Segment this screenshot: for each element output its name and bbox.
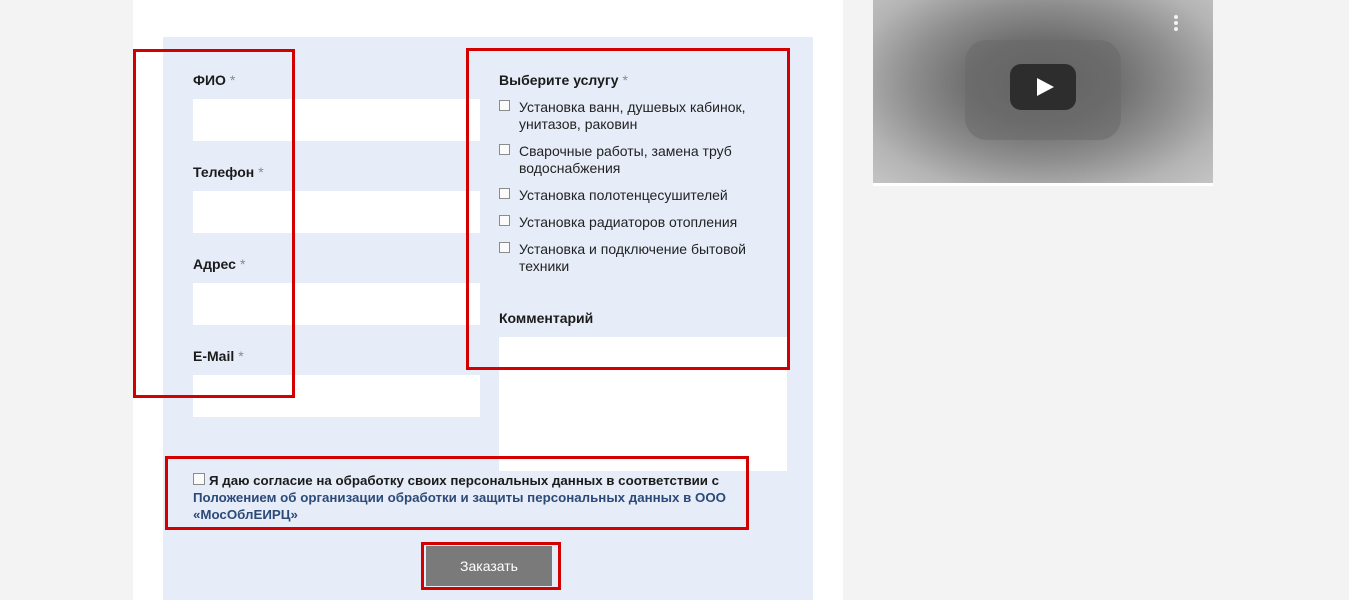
highlight-contact-fields — [133, 49, 295, 398]
more-vertical-icon[interactable] — [1173, 15, 1179, 33]
video-player[interactable] — [873, 0, 1213, 183]
video-bottom-border — [873, 183, 1213, 186]
highlight-submit — [421, 542, 561, 590]
play-icon[interactable] — [1010, 64, 1076, 110]
highlight-services — [466, 48, 790, 370]
highlight-consent — [165, 456, 749, 530]
